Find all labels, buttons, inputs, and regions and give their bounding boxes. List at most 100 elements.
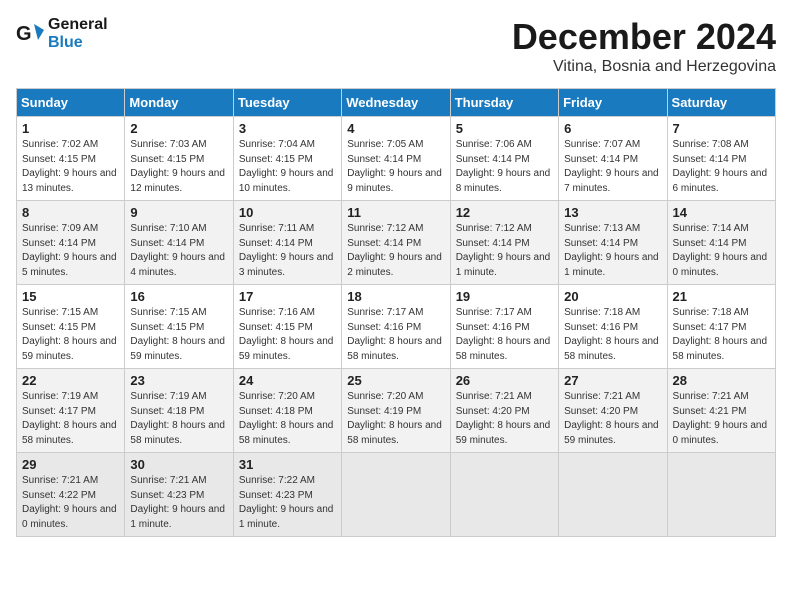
month-title: December 2024 [512,16,776,58]
calendar-cell [559,453,667,537]
day-info: Sunrise: 7:19 AM Sunset: 4:17 PM Dayligh… [22,390,119,448]
calendar-cell: 30 Sunrise: 7:21 AM Sunset: 4:23 PM Dayli… [125,453,233,537]
day-info: Sunrise: 7:20 AM Sunset: 4:18 PM Dayligh… [239,390,336,448]
week-row-1: 1Sunrise: 7:02 AM Sunset: 4:15 PM Daylig… [17,117,776,201]
day-number: 4 [347,121,444,136]
day-number: 28 [673,373,770,388]
day-info: Sunrise: 7:04 AM Sunset: 4:15 PM Dayligh… [239,138,336,196]
calendar-cell: 31 Sunrise: 7:22 AM Sunset: 4:23 PM Dayli… [233,453,341,537]
calendar-cell [450,453,558,537]
day-number: 16 [130,289,227,304]
day-info: Sunrise: 7:21 AM Sunset: 4:23 PM Dayligh… [130,474,227,532]
calendar-cell: 5 Sunrise: 7:06 AM Sunset: 4:14 PM Daylig… [450,117,558,201]
day-number: 6 [564,121,661,136]
day-info: Sunrise: 7:15 AM Sunset: 4:15 PM Dayligh… [22,306,119,364]
day-number: 31 [239,457,336,472]
calendar-cell: 18 Sunrise: 7:17 AM Sunset: 4:16 PM Dayli… [342,285,450,369]
calendar-cell: 17 Sunrise: 7:16 AM Sunset: 4:15 PM Dayli… [233,285,341,369]
calendar-cell: 12 Sunrise: 7:12 AM Sunset: 4:14 PM Dayli… [450,201,558,285]
calendar-body: 1Sunrise: 7:02 AM Sunset: 4:15 PM Daylig… [17,117,776,537]
day-info: Sunrise: 7:19 AM Sunset: 4:18 PM Dayligh… [130,390,227,448]
title-area: December 2024 Vitina, Bosnia and Herzego… [512,16,776,76]
week-row-3: 15Sunrise: 7:15 AM Sunset: 4:15 PM Dayli… [17,285,776,369]
calendar-cell: 28 Sunrise: 7:21 AM Sunset: 4:21 PM Dayli… [667,369,775,453]
day-info: Sunrise: 7:22 AM Sunset: 4:23 PM Dayligh… [239,474,336,532]
week-row-4: 22 Sunrise: 7:19 AM Sunset: 4:17 PM Dayli… [17,369,776,453]
day-info: Sunrise: 7:08 AM Sunset: 4:14 PM Dayligh… [673,138,770,196]
calendar-cell: 10 Sunrise: 7:11 AM Sunset: 4:14 PM Dayli… [233,201,341,285]
day-number: 5 [456,121,553,136]
day-number: 20 [564,289,661,304]
logo-icon: G [16,20,44,48]
calendar-cell: 6 Sunrise: 7:07 AM Sunset: 4:14 PM Daylig… [559,117,667,201]
day-info: Sunrise: 7:17 AM Sunset: 4:16 PM Dayligh… [456,306,553,364]
calendar-cell: 1Sunrise: 7:02 AM Sunset: 4:15 PM Daylig… [17,117,125,201]
week-row-5: 29 Sunrise: 7:21 AM Sunset: 4:22 PM Dayli… [17,453,776,537]
weekday-header-tuesday: Tuesday [233,89,341,117]
calendar-cell: 11 Sunrise: 7:12 AM Sunset: 4:14 PM Dayli… [342,201,450,285]
weekday-header-monday: Monday [125,89,233,117]
day-info: Sunrise: 7:13 AM Sunset: 4:14 PM Dayligh… [564,222,661,280]
weekday-header-sunday: Sunday [17,89,125,117]
day-number: 21 [673,289,770,304]
calendar-cell: 15Sunrise: 7:15 AM Sunset: 4:15 PM Dayli… [17,285,125,369]
calendar-cell: 29 Sunrise: 7:21 AM Sunset: 4:22 PM Dayli… [17,453,125,537]
calendar-cell [342,453,450,537]
calendar-cell: 8Sunrise: 7:09 AM Sunset: 4:14 PM Daylig… [17,201,125,285]
weekday-header-saturday: Saturday [667,89,775,117]
weekday-header-thursday: Thursday [450,89,558,117]
day-info: Sunrise: 7:21 AM Sunset: 4:21 PM Dayligh… [673,390,770,448]
day-number: 10 [239,205,336,220]
day-info: Sunrise: 7:20 AM Sunset: 4:19 PM Dayligh… [347,390,444,448]
day-info: Sunrise: 7:17 AM Sunset: 4:16 PM Dayligh… [347,306,444,364]
calendar-cell: 4 Sunrise: 7:05 AM Sunset: 4:14 PM Daylig… [342,117,450,201]
day-number: 2 [130,121,227,136]
logo: G General Blue [16,16,108,51]
day-info: Sunrise: 7:05 AM Sunset: 4:14 PM Dayligh… [347,138,444,196]
day-info: Sunrise: 7:14 AM Sunset: 4:14 PM Dayligh… [673,222,770,280]
calendar-cell: 25 Sunrise: 7:20 AM Sunset: 4:19 PM Dayli… [342,369,450,453]
day-info: Sunrise: 7:02 AM Sunset: 4:15 PM Dayligh… [22,138,119,196]
day-info: Sunrise: 7:12 AM Sunset: 4:14 PM Dayligh… [456,222,553,280]
week-row-2: 8Sunrise: 7:09 AM Sunset: 4:14 PM Daylig… [17,201,776,285]
day-info: Sunrise: 7:21 AM Sunset: 4:20 PM Dayligh… [564,390,661,448]
day-info: Sunrise: 7:10 AM Sunset: 4:14 PM Dayligh… [130,222,227,280]
calendar-cell: 3 Sunrise: 7:04 AM Sunset: 4:15 PM Daylig… [233,117,341,201]
day-number: 18 [347,289,444,304]
day-number: 13 [564,205,661,220]
calendar-cell: 9Sunrise: 7:10 AM Sunset: 4:14 PM Daylig… [125,201,233,285]
day-info: Sunrise: 7:21 AM Sunset: 4:20 PM Dayligh… [456,390,553,448]
weekday-header-friday: Friday [559,89,667,117]
calendar-cell: 21 Sunrise: 7:18 AM Sunset: 4:17 PM Dayli… [667,285,775,369]
day-info: Sunrise: 7:21 AM Sunset: 4:22 PM Dayligh… [22,474,119,532]
day-info: Sunrise: 7:09 AM Sunset: 4:14 PM Dayligh… [22,222,119,280]
calendar-cell: 13 Sunrise: 7:13 AM Sunset: 4:14 PM Dayli… [559,201,667,285]
day-info: Sunrise: 7:03 AM Sunset: 4:15 PM Dayligh… [130,138,227,196]
day-info: Sunrise: 7:11 AM Sunset: 4:14 PM Dayligh… [239,222,336,280]
day-info: Sunrise: 7:18 AM Sunset: 4:17 PM Dayligh… [673,306,770,364]
day-info: Sunrise: 7:12 AM Sunset: 4:14 PM Dayligh… [347,222,444,280]
day-number: 17 [239,289,336,304]
day-info: Sunrise: 7:07 AM Sunset: 4:14 PM Dayligh… [564,138,661,196]
day-info: Sunrise: 7:16 AM Sunset: 4:15 PM Dayligh… [239,306,336,364]
calendar-cell: 23Sunrise: 7:19 AM Sunset: 4:18 PM Dayli… [125,369,233,453]
calendar-cell [667,453,775,537]
calendar-cell: 27Sunrise: 7:21 AM Sunset: 4:20 PM Dayli… [559,369,667,453]
weekday-header-row: SundayMondayTuesdayWednesdayThursdayFrid… [17,89,776,117]
day-number: 11 [347,205,444,220]
day-number: 7 [673,121,770,136]
calendar-table: SundayMondayTuesdayWednesdayThursdayFrid… [16,88,776,537]
logo-text: General Blue [48,16,108,51]
day-number: 30 [130,457,227,472]
day-info: Sunrise: 7:06 AM Sunset: 4:14 PM Dayligh… [456,138,553,196]
day-number: 25 [347,373,444,388]
day-number: 14 [673,205,770,220]
calendar-cell: 14 Sunrise: 7:14 AM Sunset: 4:14 PM Dayli… [667,201,775,285]
day-info: Sunrise: 7:15 AM Sunset: 4:15 PM Dayligh… [130,306,227,364]
day-number: 29 [22,457,119,472]
day-number: 12 [456,205,553,220]
header: G General Blue December 2024 Vitina, Bos… [16,16,776,76]
day-number: 3 [239,121,336,136]
day-number: 26 [456,373,553,388]
day-number: 22 [22,373,119,388]
